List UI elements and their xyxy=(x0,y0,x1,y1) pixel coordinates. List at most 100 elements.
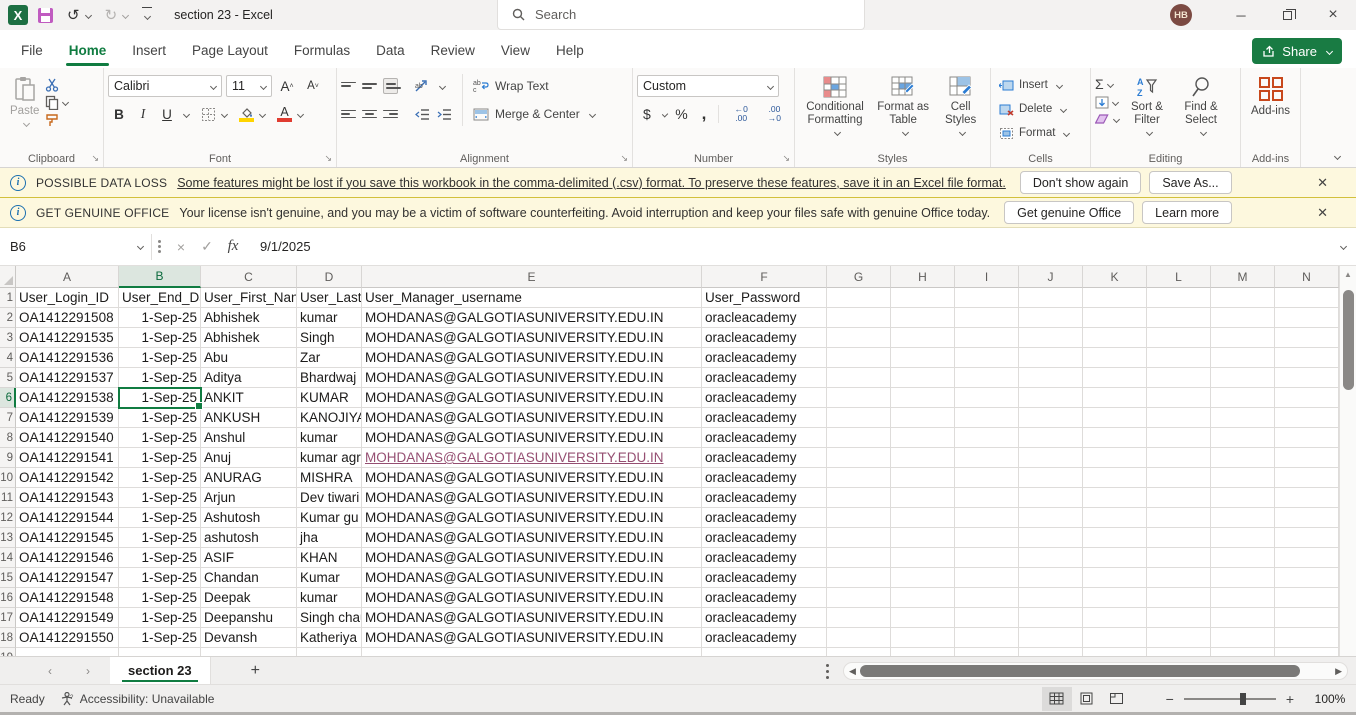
grid-cell[interactable] xyxy=(1211,508,1275,528)
grid-cell[interactable] xyxy=(1211,448,1275,468)
grid-cell[interactable] xyxy=(1083,648,1147,656)
column-header[interactable]: K xyxy=(1083,266,1147,288)
grid-cell[interactable] xyxy=(955,608,1019,628)
grid-cell[interactable]: MOHDANAS@GALGOTIASUNIVERSITY.EDU.IN xyxy=(362,328,702,348)
grid-cell[interactable] xyxy=(1147,348,1211,368)
grid-cell[interactable] xyxy=(827,468,891,488)
grid-cell[interactable]: 1-Sep-25 xyxy=(119,528,201,548)
ribbon-tab-data[interactable]: Data xyxy=(363,34,418,68)
insert-function-icon[interactable]: fx xyxy=(220,238,246,255)
grid-cell[interactable]: OA1412291547 xyxy=(16,568,119,588)
clear-button[interactable] xyxy=(1095,113,1119,125)
cancel-icon[interactable]: × xyxy=(168,239,194,255)
grid-cell[interactable]: User_Password xyxy=(702,288,827,308)
grid-cell[interactable]: MOHDANAS@GALGOTIASUNIVERSITY.EDU.IN xyxy=(362,388,702,408)
column-header[interactable]: F xyxy=(702,266,827,288)
grid-cell[interactable] xyxy=(1019,508,1083,528)
grid-cell[interactable]: OA1412291540 xyxy=(16,428,119,448)
grid-cell[interactable] xyxy=(1275,608,1339,628)
grid-cell[interactable] xyxy=(955,308,1019,328)
grid-cell[interactable]: oracleacademy xyxy=(702,448,827,468)
undo-button[interactable]: ↺ xyxy=(67,6,91,24)
grid-cell[interactable]: oracleacademy xyxy=(702,328,827,348)
align-middle-icon[interactable] xyxy=(362,81,377,90)
grid-cell[interactable] xyxy=(827,628,891,648)
grid-cell[interactable] xyxy=(1147,388,1211,408)
learn-more-button[interactable]: Learn more xyxy=(1142,201,1232,224)
grid-cell[interactable] xyxy=(955,528,1019,548)
grid-cell[interactable]: OA1412291550 xyxy=(16,628,119,648)
sheet-tab-active[interactable]: section 23 xyxy=(110,657,211,684)
grid-cell[interactable] xyxy=(1275,488,1339,508)
grid-cell[interactable]: User_Manager_username xyxy=(362,288,702,308)
grid-cell[interactable]: Dev tiwari xyxy=(297,488,362,508)
row-header[interactable]: 17 xyxy=(0,608,16,628)
grid-cell[interactable] xyxy=(827,428,891,448)
grid-cell[interactable] xyxy=(1019,628,1083,648)
grid-cell[interactable] xyxy=(1275,408,1339,428)
orientation-button[interactable]: ab xyxy=(414,79,430,93)
horizontal-scroll-thumb[interactable] xyxy=(860,665,1300,677)
grid-cell[interactable] xyxy=(1211,408,1275,428)
autosum-button[interactable]: Σ xyxy=(1095,76,1119,92)
grid-cell[interactable]: 1-Sep-25 xyxy=(119,388,201,408)
grid-cell[interactable] xyxy=(1083,408,1147,428)
expand-formula-bar-icon[interactable] xyxy=(1340,243,1347,250)
grid-cell[interactable] xyxy=(1211,628,1275,648)
grid-cell[interactable] xyxy=(1275,448,1339,468)
ribbon-tab-file[interactable]: File xyxy=(8,34,56,68)
row-header[interactable]: 6 xyxy=(0,388,16,408)
grid-cell[interactable] xyxy=(827,328,891,348)
namebox-resize-handle[interactable] xyxy=(158,240,162,253)
grid-cell[interactable]: OA1412291543 xyxy=(16,488,119,508)
grid-cell[interactable]: oracleacademy xyxy=(702,508,827,528)
grid-cell[interactable]: User_Login_ID xyxy=(16,288,119,308)
ribbon-tab-formulas[interactable]: Formulas xyxy=(281,34,363,68)
grid-cell[interactable] xyxy=(955,548,1019,568)
vertical-scrollbar[interactable]: ▲ xyxy=(1339,266,1356,656)
ribbon-tab-help[interactable]: Help xyxy=(543,34,597,68)
insert-cells-button[interactable]: Insert xyxy=(995,74,1086,96)
grid-cell[interactable] xyxy=(955,648,1019,656)
grid-cell[interactable] xyxy=(955,468,1019,488)
column-header[interactable]: I xyxy=(955,266,1019,288)
row-header[interactable]: 3 xyxy=(0,328,16,348)
grid-cell[interactable] xyxy=(1211,388,1275,408)
ribbon-tab-home[interactable]: Home xyxy=(56,34,120,68)
grid-cell[interactable] xyxy=(1019,488,1083,508)
grid-cell[interactable] xyxy=(827,548,891,568)
grid-cell[interactable] xyxy=(1019,468,1083,488)
row-header[interactable]: 13 xyxy=(0,528,16,548)
grid-cell[interactable] xyxy=(1147,568,1211,588)
formula-input[interactable]: 9/1/2025 xyxy=(260,239,1337,254)
find-select-button[interactable]: Find & Select xyxy=(1175,74,1227,149)
grid-cell[interactable] xyxy=(1275,288,1339,308)
grid-cell[interactable]: oracleacademy xyxy=(702,588,827,608)
grid-cell[interactable]: MOHDANAS@GALGOTIASUNIVERSITY.EDU.IN xyxy=(362,348,702,368)
cell-styles-button[interactable]: Cell Styles xyxy=(935,74,986,149)
grid-cell[interactable] xyxy=(1019,588,1083,608)
italic-button[interactable]: I xyxy=(132,103,154,125)
grid-cell[interactable] xyxy=(955,568,1019,588)
grid-cell[interactable]: 1-Sep-25 xyxy=(119,428,201,448)
grid-cell[interactable]: MISHRA xyxy=(297,468,362,488)
grid-cell[interactable]: Deepak xyxy=(201,588,297,608)
restore-button[interactable] xyxy=(1264,0,1310,30)
grid-cell[interactable] xyxy=(955,288,1019,308)
grid-cell[interactable] xyxy=(1147,408,1211,428)
save-icon[interactable] xyxy=(38,8,53,23)
align-top-icon[interactable] xyxy=(341,80,356,93)
grid-cell[interactable] xyxy=(955,488,1019,508)
grid-cell[interactable] xyxy=(955,428,1019,448)
grid-cell[interactable] xyxy=(1147,608,1211,628)
grid-cell[interactable]: 1-Sep-25 xyxy=(119,328,201,348)
grid-cell[interactable] xyxy=(1019,328,1083,348)
grid-cell[interactable] xyxy=(891,368,955,388)
row-header[interactable]: 1 xyxy=(0,288,16,308)
grid-cell[interactable] xyxy=(891,308,955,328)
grid-cell[interactable] xyxy=(1275,388,1339,408)
grid-cell[interactable]: Arjun xyxy=(201,488,297,508)
save-as-button[interactable]: Save As... xyxy=(1149,171,1231,194)
row-header[interactable]: 4 xyxy=(0,348,16,368)
fill-color-button[interactable] xyxy=(239,107,254,122)
